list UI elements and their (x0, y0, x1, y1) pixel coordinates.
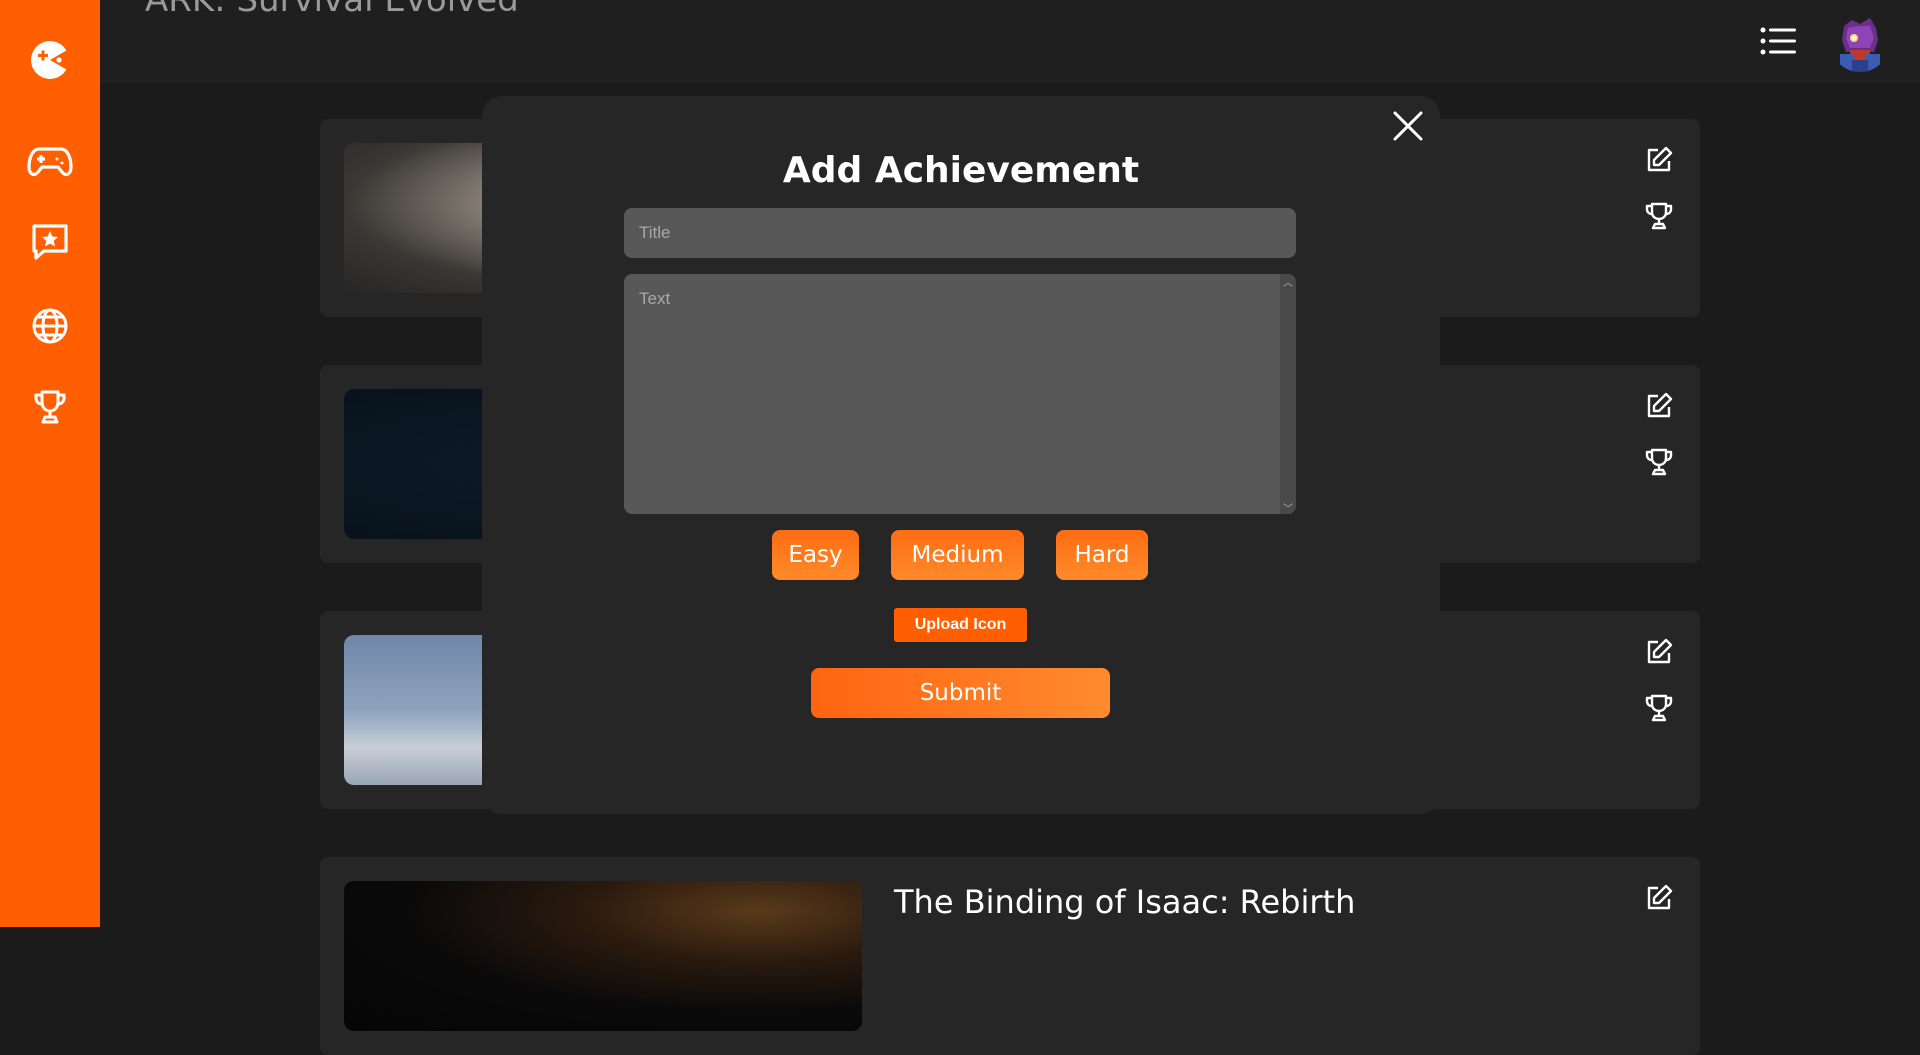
globe-icon[interactable] (25, 301, 75, 351)
trophy-icon[interactable] (25, 382, 75, 432)
text-area-wrapper: ︿ ﹀ (624, 274, 1296, 514)
star-message-icon[interactable] (25, 217, 75, 267)
game-card: The Binding of Isaac: Rebirth (320, 857, 1700, 1055)
text-input[interactable] (624, 274, 1280, 514)
game-cover-image[interactable] (344, 881, 862, 1031)
upload-icon-button[interactable]: Upload Icon (894, 608, 1027, 642)
edit-icon[interactable] (1644, 145, 1674, 175)
gamepad-icon[interactable] (25, 136, 75, 186)
title-input[interactable] (624, 208, 1296, 258)
edit-icon[interactable] (1644, 637, 1674, 667)
hard-button[interactable]: Hard (1056, 530, 1148, 580)
add-achievement-modal: Add Achievement ︿ ﹀ Easy Medium Hard Upl… (482, 96, 1440, 814)
submit-button[interactable]: Submit (811, 668, 1110, 718)
user-avatar[interactable] (1830, 12, 1890, 72)
game-title: The Binding of Isaac: Rebirth (894, 883, 1356, 921)
close-icon[interactable] (1390, 108, 1426, 144)
logo-icon[interactable] (25, 35, 75, 85)
edit-icon[interactable] (1644, 391, 1674, 421)
trophy-icon[interactable] (1644, 201, 1674, 231)
page-title: ARK: Survival Evolved (145, 0, 519, 20)
edit-icon[interactable] (1644, 883, 1674, 913)
scrollbar[interactable]: ︿ ﹀ (1280, 274, 1296, 514)
modal-title: Add Achievement (782, 150, 1140, 191)
scroll-down-icon[interactable]: ﹀ (1280, 500, 1296, 515)
trophy-icon[interactable] (1644, 693, 1674, 723)
trophy-icon[interactable] (1644, 447, 1674, 477)
list-icon[interactable] (1760, 26, 1796, 56)
medium-button[interactable]: Medium (891, 530, 1024, 580)
scroll-up-icon[interactable]: ︿ (1280, 274, 1296, 289)
sidebar (0, 0, 100, 927)
easy-button[interactable]: Easy (772, 530, 859, 580)
